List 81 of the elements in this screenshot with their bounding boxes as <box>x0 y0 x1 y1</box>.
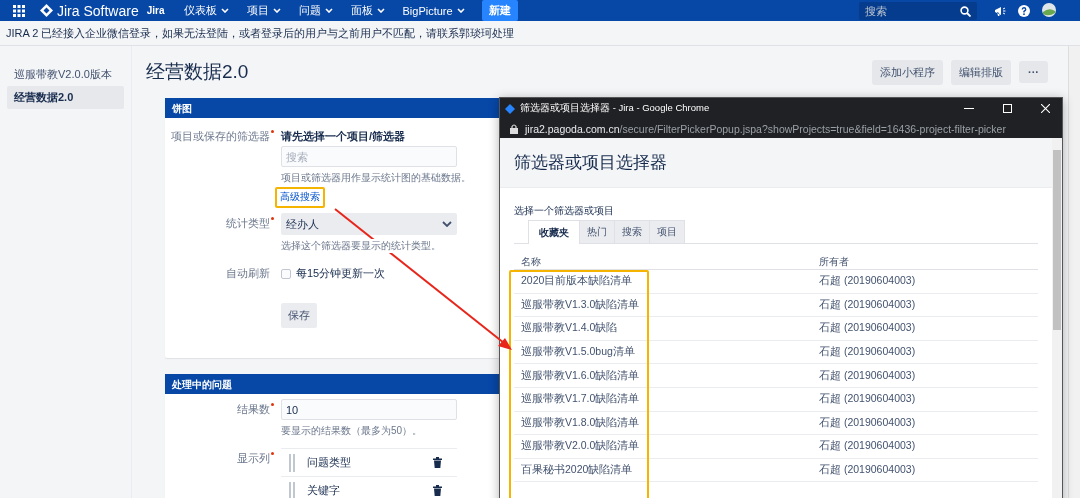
tab[interactable]: 热门 <box>579 220 615 243</box>
field-label: 项目或保存的筛选器 <box>171 129 270 144</box>
search-field[interactable]: 搜索 <box>281 146 457 167</box>
toolbar-button[interactable]: 添加小程序 <box>872 59 943 85</box>
avatar-icon <box>1042 2 1056 19</box>
filter-link[interactable]: 巡服带教V1.4.0缺陷 <box>514 321 819 336</box>
help-icon <box>1018 4 1030 17</box>
chevron-down-icon <box>442 221 452 227</box>
dropdown[interactable]: 经办人 <box>281 213 457 235</box>
nav-menu[interactable]: BigPicture <box>397 4 470 17</box>
app-grid-icon <box>13 4 25 17</box>
diamond-logo-icon <box>40 4 53 17</box>
caret-icon <box>456 8 465 13</box>
product-name: Jira <box>146 5 165 16</box>
filter-link[interactable]: 巡服带教V2.0.0缺陷清单 <box>514 439 819 454</box>
field-label: 自动刷新 <box>226 266 270 281</box>
drag-handle-icon <box>289 453 295 472</box>
app-name[interactable]: Jira Software <box>57 2 139 19</box>
caret-icon <box>376 8 385 13</box>
tab[interactable]: 收藏夹 <box>528 220 580 244</box>
filter-link[interactable]: 百果秘书2020缺陷清单 <box>514 463 819 478</box>
column-header: 所有者 <box>819 255 849 269</box>
trash-icon <box>433 457 442 468</box>
window-title: 筛选器或项目选择器 - Jira - Google Chrome <box>520 102 710 115</box>
diamond-icon <box>505 103 515 114</box>
column-name: 问题类型 <box>307 455 351 470</box>
url-text: jira2.pagoda.com.cn/secure/FilterPickerPopup.jspa?showProjects=true&field=16436-project-filter-picker <box>525 122 1006 135</box>
caret-icon <box>272 8 281 13</box>
table-cell: 石超 (20190604003) <box>819 392 916 407</box>
filter-link[interactable]: 巡服带教V1.7.0缺陷清单 <box>514 392 819 407</box>
dashboard-title: 经营数据2.0 <box>146 60 249 84</box>
checkbox[interactable] <box>281 268 291 279</box>
nav-menu[interactable]: 仪表板 <box>178 3 234 18</box>
scrollbar[interactable] <box>1052 138 1062 498</box>
table-cell: 石超 (20190604003) <box>819 415 916 430</box>
table-cell: 石超 (20190604003) <box>819 463 916 478</box>
tab[interactable]: 搜索 <box>614 220 650 243</box>
trash-icon <box>433 485 442 496</box>
table-cell: 石超 (20190604003) <box>819 274 916 289</box>
table-cell: 石超 (20190604003) <box>819 439 916 454</box>
save-button[interactable]: 保存 <box>281 303 317 328</box>
table-cell: 石超 (20190604003) <box>819 345 916 360</box>
drag-handle-icon <box>289 481 295 498</box>
search-field[interactable]: 搜索 <box>859 1 977 20</box>
checkbox-label: 每15分钟更新一次 <box>296 266 386 281</box>
filter-link[interactable]: 2020目前版本缺陷清单 <box>514 274 819 289</box>
caret-icon <box>324 8 333 13</box>
more-button[interactable]: ··· <box>1019 61 1048 83</box>
column-row[interactable]: 关键字 <box>281 476 457 498</box>
table-cell: 石超 (20190604003) <box>819 297 916 312</box>
close-icon <box>1041 104 1050 113</box>
column-name: 关键字 <box>307 483 340 498</box>
caret-icon <box>220 8 229 13</box>
scrollbar[interactable] <box>1068 46 1080 498</box>
number-field[interactable]: 10 <box>281 399 457 420</box>
maximize-icon <box>1003 104 1012 113</box>
tab[interactable]: 项目 <box>649 220 685 243</box>
minimize-icon <box>964 108 974 109</box>
toolbar-button[interactable]: 编辑排版 <box>951 59 1011 85</box>
selected-filter-text: 请先选择一个项目/筛选器 <box>281 129 406 144</box>
filter-link[interactable]: 巡服带教V1.3.0缺陷清单 <box>514 297 819 312</box>
filter-link[interactable]: 巡服带教V1.5.0bug清单 <box>514 345 819 360</box>
advanced-search-link[interactable]: 高级搜索 <box>280 190 320 204</box>
column-header: 名称 <box>520 255 542 269</box>
filter-link[interactable]: 巡服带教V1.8.0缺陷清单 <box>514 415 819 430</box>
prompt-text: 选择一个筛选器或项目 <box>514 204 615 218</box>
lock-icon <box>510 123 518 134</box>
megaphone-icon <box>994 4 1006 17</box>
table-cell: 石超 (20190604003) <box>819 321 916 336</box>
nav-menu[interactable]: 问题 <box>293 3 338 18</box>
column-row[interactable]: 问题类型 <box>281 448 457 476</box>
sidebar-item[interactable]: 巡服带教V2.0.0版本 <box>7 63 124 86</box>
field-label: 结果数 <box>237 402 270 417</box>
field-label: 显示列 <box>237 451 270 466</box>
search-icon <box>960 5 971 17</box>
nav-menu[interactable]: 面板 <box>345 3 390 18</box>
nav-menu[interactable]: 项目 <box>241 3 286 18</box>
field-label: 统计类型 <box>226 216 270 231</box>
popup-heading: 筛选器或项目选择器 <box>500 138 1052 188</box>
create-button[interactable]: 新建 <box>481 0 518 21</box>
sidebar-item[interactable]: 经营数据2.0 <box>7 86 124 109</box>
